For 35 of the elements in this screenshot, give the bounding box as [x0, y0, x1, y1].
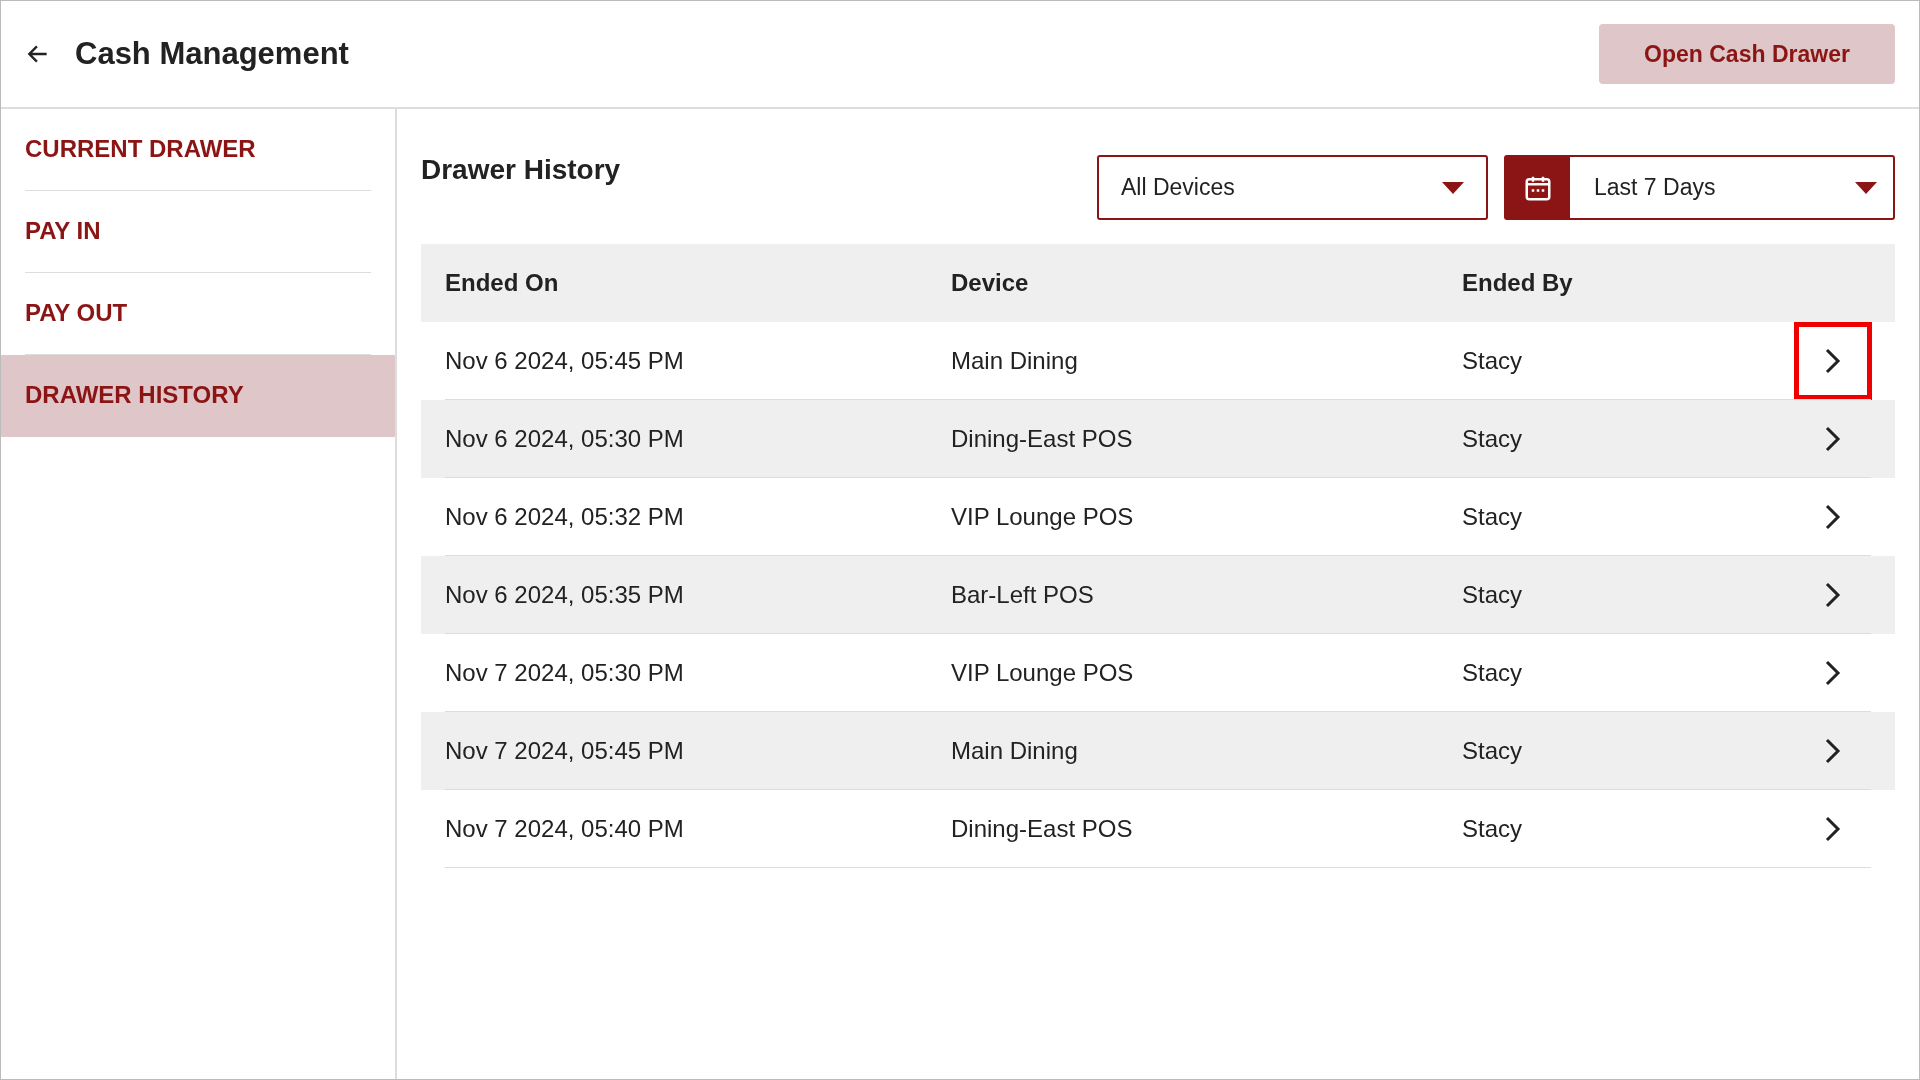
table-cell-text: Nov 7 2024, 05:40 PM	[444, 814, 685, 844]
table-cell-text: VIP Lounge POS	[951, 502, 1135, 532]
sidebar-item[interactable]: PAY IN	[1, 191, 395, 273]
table-cell-text: Stacy	[1462, 424, 1524, 454]
table-cell-text: Stacy	[1462, 736, 1524, 766]
table-cell-text: Main Dining	[951, 736, 1079, 766]
table-cell-text: Nov 6 2024, 05:32 PM	[444, 502, 685, 532]
section-title: Drawer History	[421, 153, 621, 187]
column-header: Ended On	[444, 268, 560, 298]
table-cell-text: Nov 6 2024, 05:30 PM	[444, 424, 685, 454]
page-title: Cash Management	[75, 34, 349, 73]
table-cell-text: Nov 6 2024, 05:35 PM	[444, 580, 685, 610]
calendar-icon	[1506, 157, 1570, 218]
dropdown-caret-icon	[1442, 181, 1464, 194]
dropdown-caret-icon	[1855, 181, 1877, 194]
table-cell-text: Dining-East POS	[951, 424, 1134, 454]
table-cell-text: Stacy	[1462, 814, 1524, 844]
table-cell-text: Stacy	[1462, 658, 1524, 688]
table-cell-text: Nov 6 2024, 05:45 PM	[444, 346, 685, 376]
table-cell-text: Bar-Left POS	[951, 580, 1095, 610]
sidebar-item[interactable]: CURRENT DRAWER	[1, 109, 395, 191]
table-cell-text: Nov 7 2024, 05:30 PM	[444, 658, 685, 688]
table-cell-text: VIP Lounge POS	[951, 658, 1135, 688]
column-header: Ended By	[1462, 268, 1574, 298]
table-cell-text: Stacy	[1462, 502, 1524, 532]
column-header: Device	[951, 268, 1030, 298]
sidebar-item[interactable]: DRAWER HISTORY	[1, 355, 395, 437]
table-cell-text: Nov 7 2024, 05:45 PM	[444, 736, 685, 766]
device-dropdown[interactable]: All Devices	[1097, 155, 1488, 220]
date-range-dropdown[interactable]: Last 7 Days	[1504, 155, 1895, 220]
open-cash-drawer-button[interactable]: Open Cash Drawer	[1599, 24, 1895, 84]
table-cell-text: Dining-East POS	[951, 814, 1134, 844]
table-cell-text: Stacy	[1462, 346, 1524, 376]
table-cell-text: Stacy	[1462, 580, 1524, 610]
table-cell-text: Main Dining	[951, 346, 1079, 376]
